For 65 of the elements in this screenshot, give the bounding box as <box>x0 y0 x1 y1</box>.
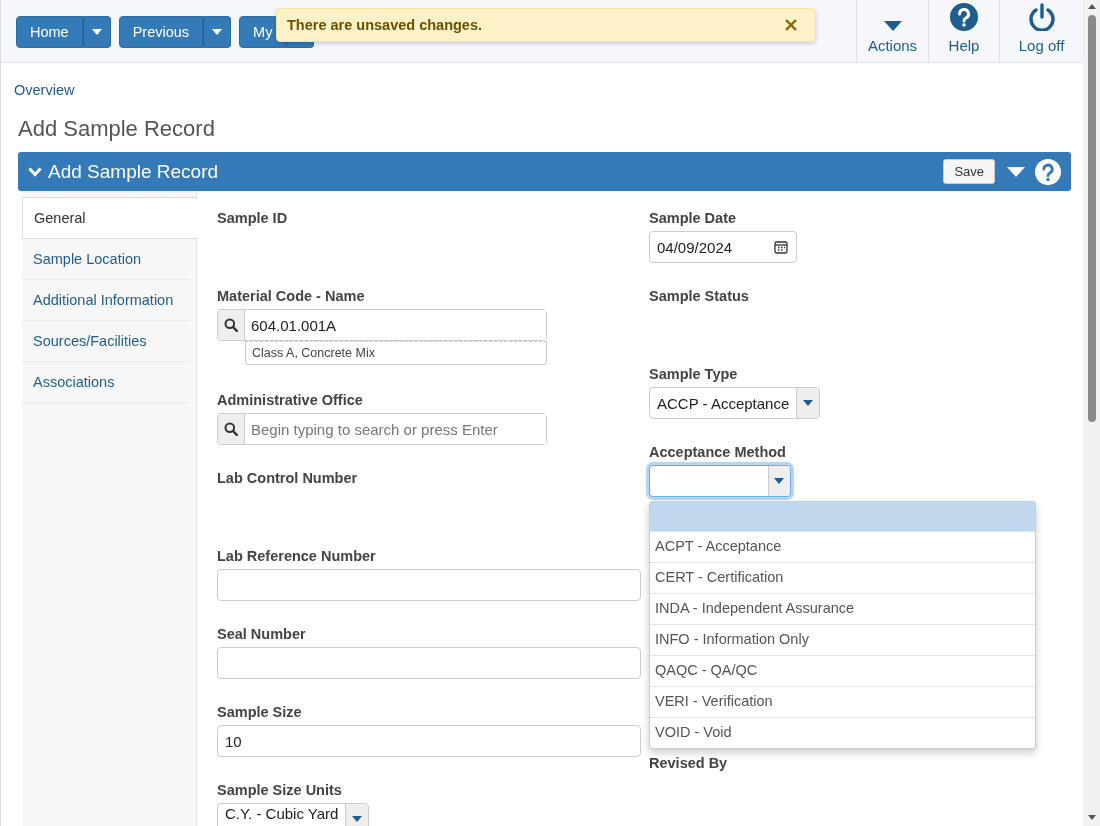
caret-icon <box>91 29 102 35</box>
save-button[interactable]: Save <box>943 159 995 184</box>
page-title: Add Sample Record <box>18 116 216 142</box>
dropdown-option[interactable]: VERI - Verification <box>650 686 1035 717</box>
sidebar-tab[interactable]: Additional Information <box>22 280 190 321</box>
dropdown-option[interactable]: INDA - Independent Assurance <box>650 593 1035 624</box>
field-label: Sample Type <box>649 366 739 383</box>
caret-icon <box>352 816 363 822</box>
toolbar-button[interactable]: Help <box>928 0 999 62</box>
sidebar-tab[interactable]: General <box>22 197 197 239</box>
field-label: Sample Status <box>649 288 750 305</box>
calendar-icon <box>774 240 788 254</box>
text-field[interactable]: 10 <box>217 725 641 757</box>
caret-icon <box>883 21 902 31</box>
search-field[interactable]: Begin typing to search or press Enter <box>217 413 547 445</box>
toolbar-button[interactable]: Actions <box>856 0 928 62</box>
dropdown-option[interactable]: QAQC - QA/QC <box>650 655 1035 686</box>
scroll-down-icon[interactable] <box>1087 815 1096 820</box>
power-icon <box>1027 3 1056 31</box>
text-field[interactable] <box>217 647 641 679</box>
sidebar-tab[interactable]: Sample Location <box>22 239 190 280</box>
breadcrumb-link[interactable]: Overview <box>14 82 75 98</box>
field-label: Lab Control Number <box>217 470 359 487</box>
help-icon[interactable] <box>1035 158 1061 185</box>
panel-title: Add Sample Record <box>48 160 220 183</box>
notification-message: There are unsaved changes. <box>287 17 483 33</box>
field-label: Material Code - Name <box>217 288 366 305</box>
select-field[interactable]: C.Y. - Cubic Yard <box>217 803 370 826</box>
close-icon[interactable] <box>785 19 797 31</box>
field-label: Revised By <box>649 755 729 772</box>
sidebar-tab[interactable]: Sources/Facilities <box>22 321 190 362</box>
text-field[interactable] <box>217 569 641 601</box>
chevron-down-icon[interactable] <box>28 166 42 177</box>
dropdown-option[interactable]: VOID - Void <box>650 717 1035 748</box>
dropdown-toggle[interactable] <box>203 16 232 48</box>
date-field[interactable]: 04/09/2024 <box>649 231 797 263</box>
dropdown-option[interactable]: ACPT - Acceptance <box>650 531 1035 562</box>
caret-icon <box>803 400 814 406</box>
field-label: Sample Size Units <box>217 782 343 799</box>
nav-button[interactable]: Previous <box>118 16 204 48</box>
caret-icon[interactable] <box>1007 166 1025 177</box>
sidebar-tab[interactable]: Associations <box>22 362 190 403</box>
scroll-up-icon[interactable] <box>1087 4 1096 9</box>
field-label: Seal Number <box>217 626 307 643</box>
nav-button[interactable]: Home <box>16 16 83 48</box>
search-icon <box>224 318 238 332</box>
field-label: Sample Size <box>217 704 303 721</box>
scrollbar-thumb[interactable] <box>1087 15 1096 422</box>
scrollbar[interactable] <box>1083 0 1100 826</box>
dropdown-option[interactable]: INFO - Information Only <box>650 624 1035 655</box>
dropdown-toggle[interactable] <box>82 16 111 48</box>
search-icon <box>224 422 238 436</box>
caret-icon <box>774 478 785 484</box>
field-label: Acceptance Method <box>649 444 787 461</box>
caret-icon <box>212 29 223 35</box>
material-description: Class A, Concrete Mix <box>245 341 547 365</box>
select-field[interactable]: ACCP - Acceptance <box>649 387 821 419</box>
select-field[interactable] <box>649 465 791 497</box>
dropdown-option[interactable]: CERT - Certification <box>650 562 1035 593</box>
field-label: Administrative Office <box>217 392 364 409</box>
field-label: Sample Date <box>649 210 738 227</box>
help-icon <box>950 3 978 31</box>
search-field[interactable]: 604.01.001A <box>217 309 547 341</box>
field-label: Sample ID <box>217 210 289 227</box>
field-label: Lab Reference Number <box>217 548 377 565</box>
